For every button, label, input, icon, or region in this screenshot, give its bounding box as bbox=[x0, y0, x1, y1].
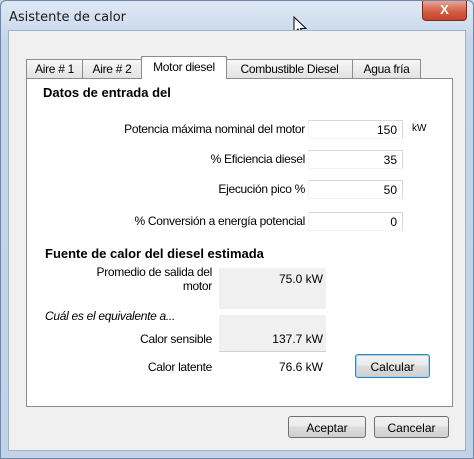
title-bar[interactable]: Asistente de calor X bbox=[1, 1, 473, 31]
efficiency-label: % Eficiencia diesel bbox=[210, 152, 306, 166]
latent-heat-value: 76.6 kW bbox=[278, 360, 323, 374]
power-label: Potencia máxima nominal del motor bbox=[124, 122, 305, 136]
tab-aire-1[interactable]: Aire # 1 bbox=[26, 59, 83, 78]
tab-agua-fria[interactable]: Agua fría bbox=[352, 59, 421, 78]
avg-output-label-line2: motor bbox=[182, 279, 212, 293]
sensible-heat-value: 137.7 kW bbox=[272, 332, 323, 346]
motor-diesel-panel: Datos de entrada del Potencia máxima nom… bbox=[26, 78, 453, 407]
efficiency-input[interactable]: 35 bbox=[308, 150, 403, 169]
window-title: Asistente de calor bbox=[9, 10, 127, 25]
close-button[interactable]: X bbox=[422, 1, 467, 21]
dialog-client-area: Aire # 1 Aire # 2 Motor diesel Combustib… bbox=[8, 30, 466, 451]
calculate-button[interactable]: Calcular bbox=[355, 354, 430, 378]
power-input[interactable]: 150 bbox=[308, 120, 403, 139]
conversion-input[interactable]: 0 bbox=[308, 212, 403, 231]
peak-input[interactable]: 50 bbox=[308, 180, 403, 199]
accept-button[interactable]: Aceptar bbox=[288, 416, 366, 438]
tab-combustible-diesel[interactable]: Combustible Diesel bbox=[226, 59, 353, 78]
tab-motor-diesel[interactable]: Motor diesel bbox=[141, 56, 227, 79]
avg-output-label: Promedio de salida del motor bbox=[37, 265, 213, 293]
sensible-heat-label: Calor sensible bbox=[140, 332, 212, 346]
power-unit: kW bbox=[412, 123, 427, 134]
cancel-button[interactable]: Cancelar bbox=[374, 416, 449, 438]
equivalent-label: Cuál es el equivalente a... bbox=[45, 309, 175, 323]
estimate-section-heading: Fuente de calor del diesel estimada bbox=[45, 246, 264, 261]
tab-aire-2[interactable]: Aire # 2 bbox=[82, 59, 142, 78]
conversion-label: % Conversión a energía potencial bbox=[134, 214, 305, 228]
avg-output-value: 75.0 kW bbox=[278, 272, 323, 286]
peak-label: Ejecución pico % bbox=[218, 182, 305, 196]
input-section-heading: Datos de entrada del bbox=[43, 85, 171, 100]
row-separator bbox=[219, 351, 326, 352]
latent-heat-label: Calor latente bbox=[147, 360, 212, 374]
avg-output-label-line1: Promedio de salida del bbox=[96, 265, 213, 279]
